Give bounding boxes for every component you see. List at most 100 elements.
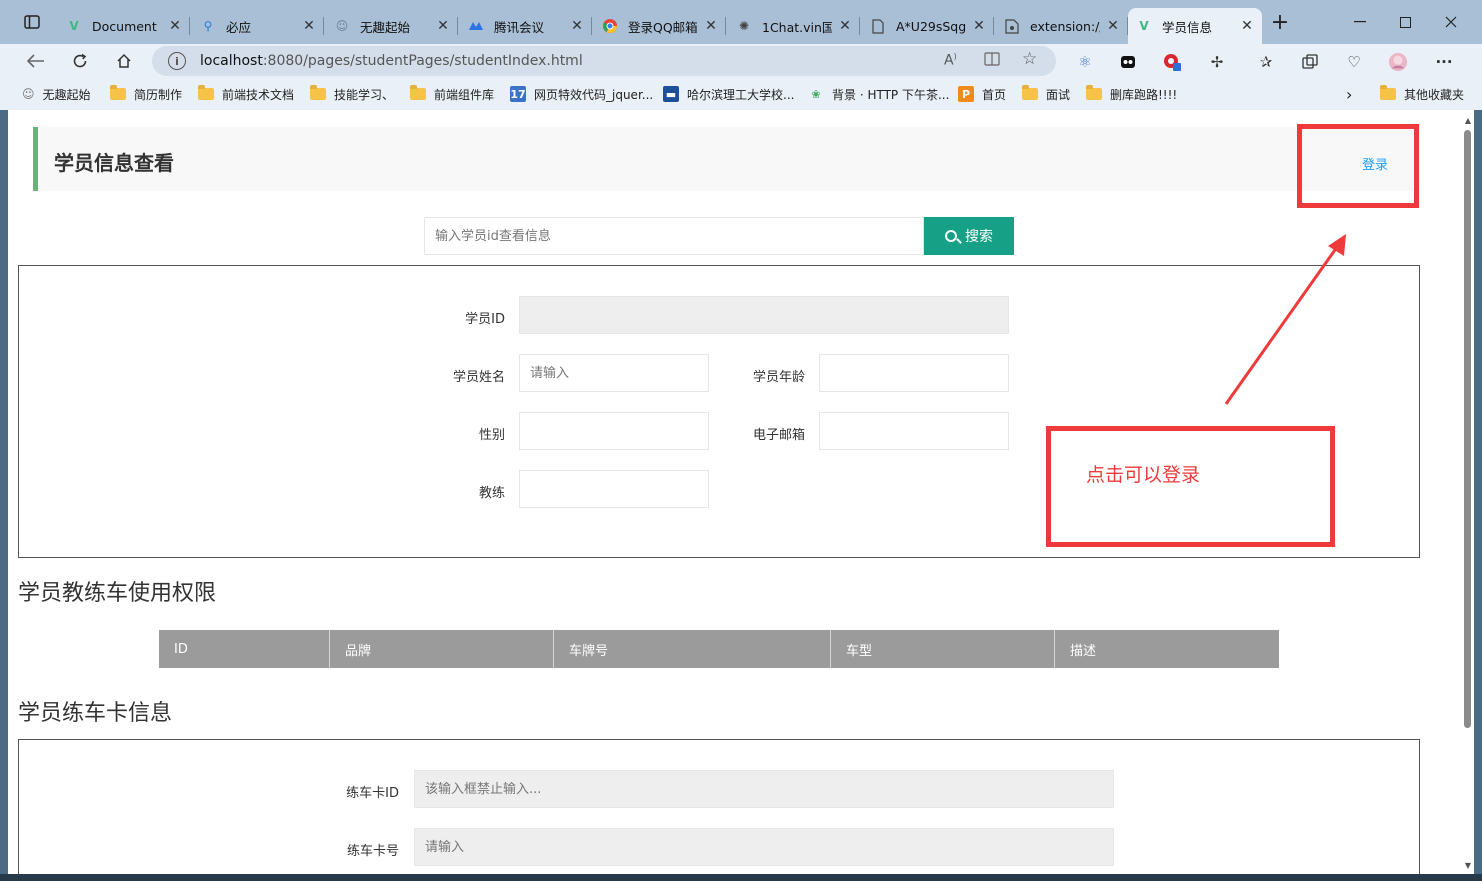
folder-icon — [198, 85, 214, 100]
bookmark-item[interactable]: ▬ 哈尔滨理工大学校... — [663, 84, 794, 104]
card-id-label: 练车卡ID — [346, 786, 399, 801]
page-viewport: 学员信息查看 登录 搜索 学员ID 学员姓名 学员年龄 性别 电子邮箱 教练 学… — [8, 110, 1474, 874]
close-tab-icon[interactable]: ✕ — [570, 18, 584, 34]
student-name-field[interactable] — [519, 354, 709, 392]
doc-icon — [870, 18, 886, 34]
email-label: 电子邮箱 — [752, 428, 805, 443]
bookmark-item[interactable]: 前端技术文档 — [198, 84, 294, 104]
student-id-field[interactable] — [519, 296, 1009, 334]
folder-icon — [1022, 85, 1038, 100]
car-table-header: ID 品牌 车牌号 车型 描述 — [159, 630, 1279, 668]
tab-actions-icon[interactable] — [22, 12, 42, 32]
tab-a-u29[interactable]: A*U29sSqgel ✕ — [862, 8, 994, 44]
url-field[interactable]: i localhost:8080/pages/studentPages/stud… — [152, 46, 1056, 76]
taskbar-strip — [0, 874, 1482, 881]
minimize-icon[interactable] — [1350, 12, 1370, 32]
vue-icon: V — [1139, 19, 1149, 33]
react-devtools-icon[interactable]: ⚛ — [1075, 52, 1095, 72]
email-field[interactable] — [819, 412, 1009, 450]
car-permission-title: 学员教练车使用权限 — [18, 581, 217, 606]
back-arrow-icon[interactable] — [24, 49, 48, 73]
tab-wuqu[interactable]: ☺ 无趣起始 ✕ — [326, 8, 458, 44]
bookmarks-bar: ☺ 无趣起始 简历制作 前端技术文档 技能学习、 前端组件库 17 网页特效代码_j… — [0, 78, 1482, 110]
gender-field[interactable] — [519, 412, 709, 450]
cat-icon: ☺ — [22, 87, 35, 101]
close-tab-icon[interactable]: ✕ — [838, 18, 852, 34]
extension-red-icon[interactable] — [1162, 52, 1182, 72]
bookmark-item[interactable]: 17 网页特效代码_jquer... — [510, 84, 653, 104]
folder-icon — [1380, 85, 1396, 100]
bookmark-item[interactable]: ❀ 背景 · HTTP 下午茶... — [808, 84, 949, 104]
extensions-puzzle-icon[interactable]: ✢ — [1207, 52, 1227, 72]
tab-student-info[interactable]: V 学员信息 ✕ — [1128, 8, 1262, 44]
tab-qqmail[interactable]: 登录QQ邮箱 ✕ — [594, 8, 726, 44]
page-title: 学员信息查看 — [54, 151, 174, 175]
chrome-icon — [602, 18, 618, 34]
scroll-up-icon[interactable]: ▲ — [1465, 116, 1471, 125]
bookmark-item[interactable]: 面试 — [1022, 84, 1070, 104]
favorites-icon[interactable]: ✰ — [1256, 52, 1276, 72]
annotation-arrow — [1224, 234, 1346, 405]
coach-field[interactable] — [519, 470, 709, 508]
bookmark-item[interactable]: 删库跑路!!!! — [1086, 84, 1177, 104]
bookmark-item[interactable]: P 首页 — [958, 84, 1006, 104]
tab-tencent-meeting[interactable]: 腾讯会议 ✕ — [460, 8, 592, 44]
search-button[interactable]: 搜索 — [924, 217, 1014, 255]
folder-icon — [1086, 85, 1102, 100]
favorite-star-icon[interactable]: ☆ — [1022, 49, 1037, 69]
home-icon[interactable] — [112, 49, 136, 73]
close-tab-icon[interactable]: ✕ — [1240, 18, 1254, 34]
extension-black-icon[interactable] — [1118, 52, 1138, 72]
scroll-down-icon[interactable]: ▼ — [1465, 861, 1471, 870]
maximize-icon[interactable] — [1395, 12, 1415, 32]
split-screen-icon[interactable] — [984, 52, 1000, 70]
close-tab-icon[interactable]: ✕ — [972, 18, 986, 34]
close-tab-icon[interactable]: ✕ — [168, 18, 182, 34]
close-window-icon[interactable] — [1441, 12, 1461, 32]
bookmark-item[interactable]: 简历制作 — [110, 84, 182, 104]
page-header: 学员信息查看 — [33, 127, 1413, 191]
scrollbar-thumb[interactable] — [1464, 130, 1471, 728]
folder-icon — [310, 85, 326, 100]
close-tab-icon[interactable]: ✕ — [436, 18, 450, 34]
student-age-label: 学员年龄 — [752, 370, 805, 385]
tab-bing[interactable]: ⚲ 必应 ✕ — [192, 8, 324, 44]
bookmark-item[interactable]: 前端组件库 — [410, 84, 494, 104]
table-header-cell: ID — [159, 630, 330, 668]
card-no-label: 练车卡号 — [346, 844, 399, 859]
bookmark-item[interactable]: 技能学习、 — [310, 84, 394, 104]
new-tab-button[interactable]: + — [1270, 10, 1290, 35]
chevron-right-icon[interactable]: › — [1346, 84, 1352, 104]
other-bookmarks[interactable]: 其他收藏夹 — [1380, 84, 1464, 104]
info-icon[interactable]: i — [168, 52, 186, 70]
vue-icon: V — [69, 19, 79, 33]
avatar[interactable] — [1388, 52, 1408, 72]
student-age-field[interactable] — [819, 354, 1009, 392]
gender-label: 性别 — [478, 428, 505, 443]
close-tab-icon[interactable]: ✕ — [1106, 18, 1120, 34]
performance-icon[interactable]: ♡ — [1344, 52, 1364, 72]
bookmark-item[interactable]: ☺ 无趣起始 — [22, 84, 91, 104]
table-header-cell: 品牌 — [330, 630, 554, 668]
university-icon: ▬ — [663, 86, 679, 102]
card-no-field[interactable] — [414, 828, 1114, 866]
table-header-cell: 车型 — [831, 630, 1055, 668]
collections-icon[interactable] — [1300, 52, 1320, 72]
tab-1chat[interactable]: ✺ 1Chat.vin国内 ✕ — [728, 8, 860, 44]
address-bar: i localhost:8080/pages/studentPages/stud… — [0, 44, 1482, 78]
folder-icon — [410, 85, 426, 100]
close-tab-icon[interactable]: ✕ — [704, 18, 718, 34]
tab-bar: V Document ✕ ⚲ 必应 ✕ ☺ 无趣起始 ✕ 腾讯会议 ✕ 登录QQ… — [0, 0, 1482, 44]
table-header-cell: 车牌号 — [554, 630, 831, 668]
search-input[interactable] — [424, 217, 924, 255]
close-tab-icon[interactable]: ✕ — [302, 18, 316, 34]
tab-document[interactable]: V Document ✕ — [58, 8, 190, 44]
refresh-icon[interactable] — [68, 49, 92, 73]
more-options-icon[interactable]: ··· — [1434, 52, 1454, 72]
read-aloud-icon[interactable]: A) — [944, 52, 957, 69]
card-id-field[interactable] — [414, 770, 1114, 808]
tab-extension[interactable]: extension://b ✕ — [996, 8, 1128, 44]
coach-label: 教练 — [478, 486, 505, 501]
annotation-note-text: 点击可以登录 — [1086, 464, 1201, 486]
scrollbar[interactable]: ▲ ▼ — [1460, 110, 1474, 874]
